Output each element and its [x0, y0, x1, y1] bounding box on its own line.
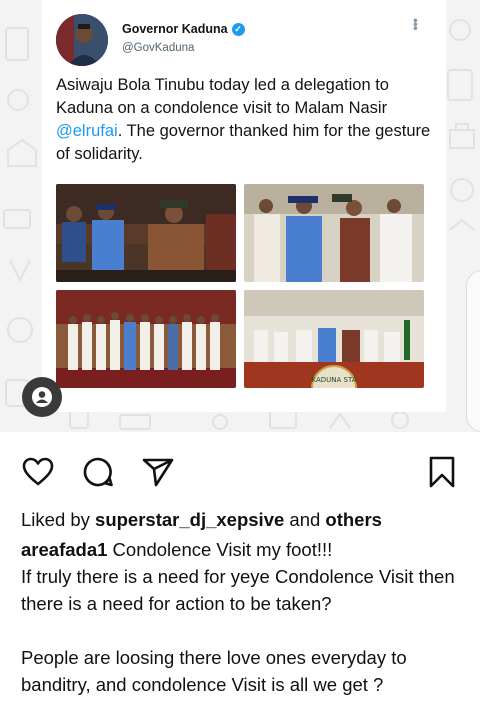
tweet-photo-4[interactable]: KADUNA STA — [244, 290, 424, 388]
tweet-photo-1[interactable] — [56, 184, 236, 282]
send-paper-plane-icon[interactable] — [140, 454, 176, 490]
tweet-text-start: Asiwaju Bola Tinubu today led a delegati… — [56, 76, 389, 117]
more-vertical-icon[interactable]: ••• — [408, 18, 424, 30]
tweet-display-name[interactable]: Governor Kaduna ✓ — [122, 22, 245, 36]
liked-by-user-link[interactable]: superstar_dj_xepsive — [95, 509, 284, 530]
right-edge-panel — [466, 270, 480, 432]
bookmark-icon[interactable] — [424, 454, 460, 490]
photo-banner-text: KADUNA STA — [312, 376, 357, 384]
comment-bubble-icon[interactable] — [80, 454, 116, 490]
caption-text-3: People are loosing there love ones every… — [21, 647, 407, 695]
verified-badge-icon: ✓ — [231, 22, 245, 36]
liked-by-others-link[interactable]: others — [325, 509, 382, 530]
tweet-photo-2[interactable] — [244, 184, 424, 282]
comment-username-link[interactable]: areafada1 — [21, 539, 107, 560]
tweet-display-name-text: Governor Kaduna — [122, 22, 228, 36]
tweet-handle[interactable]: @GovKaduna — [122, 42, 194, 54]
profile-icon[interactable] — [22, 377, 62, 417]
liked-by-line: Liked by superstar_dj_xepsive and others — [21, 508, 382, 532]
tweet-avatar[interactable] — [56, 14, 108, 66]
post-image[interactable]: Governor Kaduna ✓ @GovKaduna ••• Asiwaju… — [0, 0, 480, 432]
tweet-mention-link[interactable]: @elrufai — [56, 122, 118, 140]
heart-icon[interactable] — [20, 454, 56, 490]
tweet-text: Asiwaju Bola Tinubu today led a delegati… — [56, 74, 436, 166]
caption-text-1: Condolence Visit my foot!!! — [107, 539, 333, 560]
tweet-card: Governor Kaduna ✓ @GovKaduna ••• Asiwaju… — [42, 0, 446, 412]
liked-prefix: Liked by — [21, 509, 96, 530]
post-action-bar — [0, 448, 480, 496]
liked-mid: and — [284, 509, 326, 530]
post-caption: areafada1 Condolence Visit my foot!!! If… — [21, 536, 471, 698]
caption-line-1: areafada1 Condolence Visit my foot!!! — [21, 536, 471, 563]
tweet-photo-3[interactable] — [56, 290, 236, 388]
caption-text-2: If truly there is a need for yeye Condol… — [21, 566, 455, 614]
